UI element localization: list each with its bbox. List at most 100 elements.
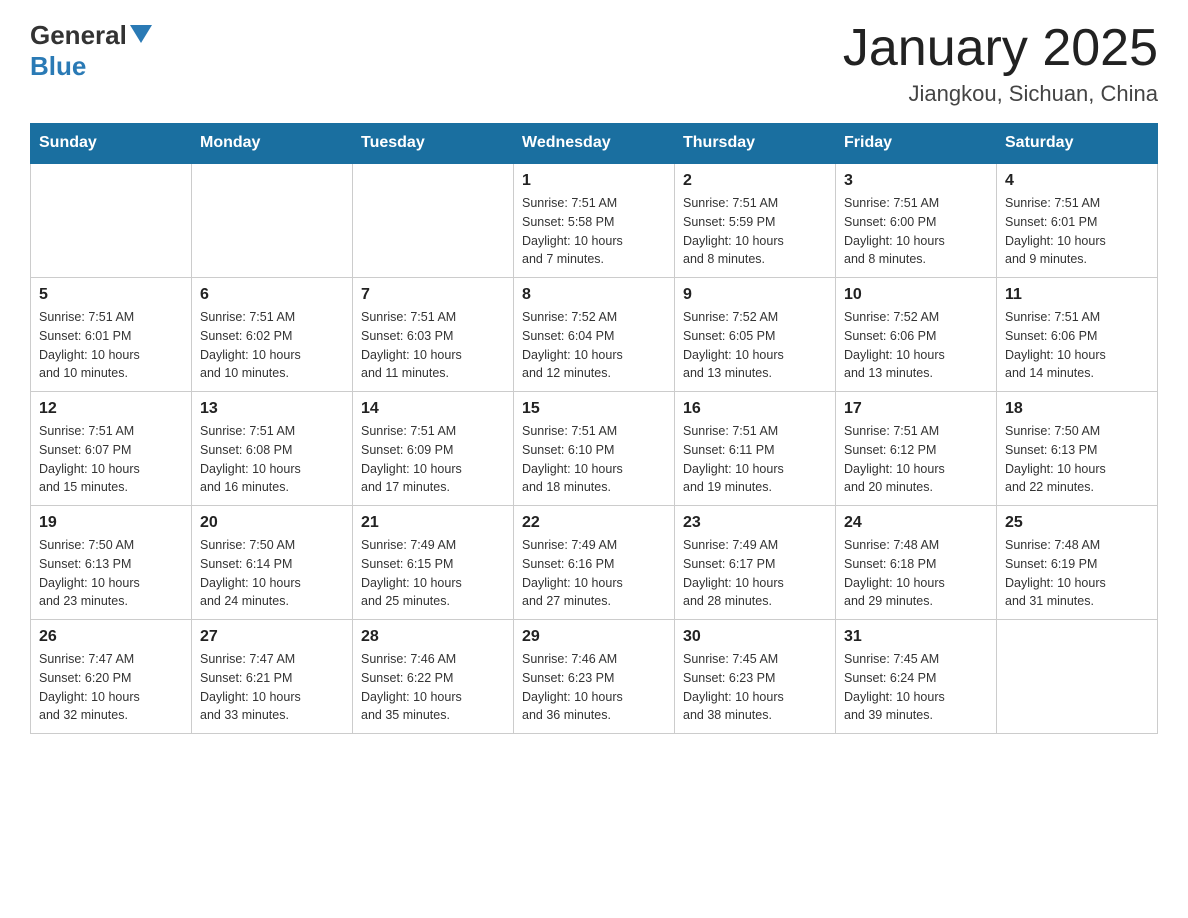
calendar-week-row: 19 Sunrise: 7:50 AM Sunset: 6:13 PM Dayli… bbox=[31, 506, 1158, 620]
day-number: 3 bbox=[844, 172, 988, 190]
day-info: Sunrise: 7:52 AM Sunset: 6:04 PM Dayligh… bbox=[522, 308, 666, 383]
calendar-day-cell: 20 Sunrise: 7:50 AM Sunset: 6:14 PM Dayli… bbox=[192, 506, 353, 620]
weekday-header-friday: Friday bbox=[836, 124, 997, 164]
day-number: 27 bbox=[200, 628, 344, 646]
calendar-day-cell bbox=[192, 163, 353, 278]
calendar-body: 1 Sunrise: 7:51 AM Sunset: 5:58 PM Daylig… bbox=[31, 163, 1158, 734]
calendar-day-cell: 10Sunrise: 7:52 AM Sunset: 6:06 PM Dayli… bbox=[836, 278, 997, 392]
day-info: Sunrise: 7:51 AM Sunset: 6:08 PM Dayligh… bbox=[200, 422, 344, 497]
logo-blue: Blue bbox=[30, 51, 86, 82]
day-number: 18 bbox=[1005, 400, 1149, 418]
calendar-day-cell: 24 Sunrise: 7:48 AM Sunset: 6:18 PM Dayli… bbox=[836, 506, 997, 620]
calendar-day-cell bbox=[31, 163, 192, 278]
weekday-header-thursday: Thursday bbox=[675, 124, 836, 164]
calendar-day-cell: 9 Sunrise: 7:52 AM Sunset: 6:05 PM Daylig… bbox=[675, 278, 836, 392]
calendar-week-row: 26 Sunrise: 7:47 AM Sunset: 6:20 PM Dayli… bbox=[31, 620, 1158, 734]
calendar-week-row: 12 Sunrise: 7:51 AM Sunset: 6:07 PM Dayli… bbox=[31, 392, 1158, 506]
day-info: Sunrise: 7:51 AM Sunset: 6:10 PM Dayligh… bbox=[522, 422, 666, 497]
weekday-header-wednesday: Wednesday bbox=[514, 124, 675, 164]
weekday-header-row: SundayMondayTuesdayWednesdayThursdayFrid… bbox=[31, 124, 1158, 164]
day-info: Sunrise: 7:51 AM Sunset: 5:58 PM Dayligh… bbox=[522, 194, 666, 269]
day-number: 13 bbox=[200, 400, 344, 418]
day-number: 25 bbox=[1005, 514, 1149, 532]
calendar-day-cell: 6Sunrise: 7:51 AM Sunset: 6:02 PM Daylig… bbox=[192, 278, 353, 392]
calendar-header: SundayMondayTuesdayWednesdayThursdayFrid… bbox=[31, 124, 1158, 164]
calendar-day-cell: 31Sunrise: 7:45 AM Sunset: 6:24 PM Dayli… bbox=[836, 620, 997, 734]
weekday-header-sunday: Sunday bbox=[31, 124, 192, 164]
day-number: 14 bbox=[361, 400, 505, 418]
calendar-day-cell: 13 Sunrise: 7:51 AM Sunset: 6:08 PM Dayli… bbox=[192, 392, 353, 506]
calendar-day-cell: 7 Sunrise: 7:51 AM Sunset: 6:03 PM Daylig… bbox=[353, 278, 514, 392]
day-number: 15 bbox=[522, 400, 666, 418]
day-info: Sunrise: 7:49 AM Sunset: 6:17 PM Dayligh… bbox=[683, 536, 827, 611]
day-info: Sunrise: 7:51 AM Sunset: 6:12 PM Dayligh… bbox=[844, 422, 988, 497]
day-number: 21 bbox=[361, 514, 505, 532]
day-number: 2 bbox=[683, 172, 827, 190]
day-number: 10 bbox=[844, 286, 988, 304]
day-number: 12 bbox=[39, 400, 183, 418]
day-number: 19 bbox=[39, 514, 183, 532]
calendar-day-cell: 14Sunrise: 7:51 AM Sunset: 6:09 PM Dayli… bbox=[353, 392, 514, 506]
day-info: Sunrise: 7:51 AM Sunset: 6:07 PM Dayligh… bbox=[39, 422, 183, 497]
day-info: Sunrise: 7:50 AM Sunset: 6:13 PM Dayligh… bbox=[1005, 422, 1149, 497]
day-info: Sunrise: 7:51 AM Sunset: 6:00 PM Dayligh… bbox=[844, 194, 988, 269]
day-info: Sunrise: 7:51 AM Sunset: 6:01 PM Dayligh… bbox=[39, 308, 183, 383]
calendar-table: SundayMondayTuesdayWednesdayThursdayFrid… bbox=[30, 123, 1158, 734]
day-number: 20 bbox=[200, 514, 344, 532]
day-number: 16 bbox=[683, 400, 827, 418]
day-number: 17 bbox=[844, 400, 988, 418]
day-number: 29 bbox=[522, 628, 666, 646]
calendar-day-cell: 2 Sunrise: 7:51 AM Sunset: 5:59 PM Daylig… bbox=[675, 163, 836, 278]
calendar-day-cell: 12 Sunrise: 7:51 AM Sunset: 6:07 PM Dayli… bbox=[31, 392, 192, 506]
day-number: 22 bbox=[522, 514, 666, 532]
weekday-header-monday: Monday bbox=[192, 124, 353, 164]
day-number: 8 bbox=[522, 286, 666, 304]
day-info: Sunrise: 7:48 AM Sunset: 6:18 PM Dayligh… bbox=[844, 536, 988, 611]
day-info: Sunrise: 7:46 AM Sunset: 6:23 PM Dayligh… bbox=[522, 650, 666, 725]
day-info: Sunrise: 7:47 AM Sunset: 6:20 PM Dayligh… bbox=[39, 650, 183, 725]
day-info: Sunrise: 7:48 AM Sunset: 6:19 PM Dayligh… bbox=[1005, 536, 1149, 611]
day-number: 6 bbox=[200, 286, 344, 304]
day-info: Sunrise: 7:50 AM Sunset: 6:13 PM Dayligh… bbox=[39, 536, 183, 611]
weekday-header-saturday: Saturday bbox=[997, 124, 1158, 164]
day-info: Sunrise: 7:49 AM Sunset: 6:16 PM Dayligh… bbox=[522, 536, 666, 611]
calendar-day-cell: 15 Sunrise: 7:51 AM Sunset: 6:10 PM Dayli… bbox=[514, 392, 675, 506]
day-info: Sunrise: 7:49 AM Sunset: 6:15 PM Dayligh… bbox=[361, 536, 505, 611]
calendar-day-cell: 17 Sunrise: 7:51 AM Sunset: 6:12 PM Dayli… bbox=[836, 392, 997, 506]
calendar-title: January 2025 bbox=[843, 20, 1158, 77]
calendar-day-cell: 4Sunrise: 7:51 AM Sunset: 6:01 PM Daylig… bbox=[997, 163, 1158, 278]
day-info: Sunrise: 7:45 AM Sunset: 6:23 PM Dayligh… bbox=[683, 650, 827, 725]
logo-general: General bbox=[30, 20, 127, 51]
calendar-day-cell: 3 Sunrise: 7:51 AM Sunset: 6:00 PM Daylig… bbox=[836, 163, 997, 278]
page-header: General Blue January 2025 Jiangkou, Sich… bbox=[30, 20, 1158, 107]
calendar-week-row: 5 Sunrise: 7:51 AM Sunset: 6:01 PM Daylig… bbox=[31, 278, 1158, 392]
day-number: 24 bbox=[844, 514, 988, 532]
calendar-day-cell: 30 Sunrise: 7:45 AM Sunset: 6:23 PM Dayli… bbox=[675, 620, 836, 734]
calendar-day-cell: 25 Sunrise: 7:48 AM Sunset: 6:19 PM Dayli… bbox=[997, 506, 1158, 620]
calendar-day-cell bbox=[353, 163, 514, 278]
day-info: Sunrise: 7:52 AM Sunset: 6:05 PM Dayligh… bbox=[683, 308, 827, 383]
logo: General Blue bbox=[30, 20, 152, 82]
day-number: 5 bbox=[39, 286, 183, 304]
calendar-day-cell: 5 Sunrise: 7:51 AM Sunset: 6:01 PM Daylig… bbox=[31, 278, 192, 392]
logo-triangle-icon bbox=[130, 25, 152, 48]
day-number: 1 bbox=[522, 172, 666, 190]
day-info: Sunrise: 7:50 AM Sunset: 6:14 PM Dayligh… bbox=[200, 536, 344, 611]
day-info: Sunrise: 7:46 AM Sunset: 6:22 PM Dayligh… bbox=[361, 650, 505, 725]
day-number: 4 bbox=[1005, 172, 1149, 190]
day-info: Sunrise: 7:51 AM Sunset: 6:11 PM Dayligh… bbox=[683, 422, 827, 497]
day-number: 23 bbox=[683, 514, 827, 532]
calendar-day-cell: 1 Sunrise: 7:51 AM Sunset: 5:58 PM Daylig… bbox=[514, 163, 675, 278]
day-info: Sunrise: 7:51 AM Sunset: 6:03 PM Dayligh… bbox=[361, 308, 505, 383]
calendar-day-cell: 8 Sunrise: 7:52 AM Sunset: 6:04 PM Daylig… bbox=[514, 278, 675, 392]
day-number: 28 bbox=[361, 628, 505, 646]
day-info: Sunrise: 7:51 AM Sunset: 5:59 PM Dayligh… bbox=[683, 194, 827, 269]
day-info: Sunrise: 7:51 AM Sunset: 6:06 PM Dayligh… bbox=[1005, 308, 1149, 383]
calendar-day-cell: 22 Sunrise: 7:49 AM Sunset: 6:16 PM Dayli… bbox=[514, 506, 675, 620]
day-info: Sunrise: 7:47 AM Sunset: 6:21 PM Dayligh… bbox=[200, 650, 344, 725]
calendar-day-cell: 18 Sunrise: 7:50 AM Sunset: 6:13 PM Dayli… bbox=[997, 392, 1158, 506]
day-number: 30 bbox=[683, 628, 827, 646]
day-number: 26 bbox=[39, 628, 183, 646]
day-number: 7 bbox=[361, 286, 505, 304]
day-number: 9 bbox=[683, 286, 827, 304]
